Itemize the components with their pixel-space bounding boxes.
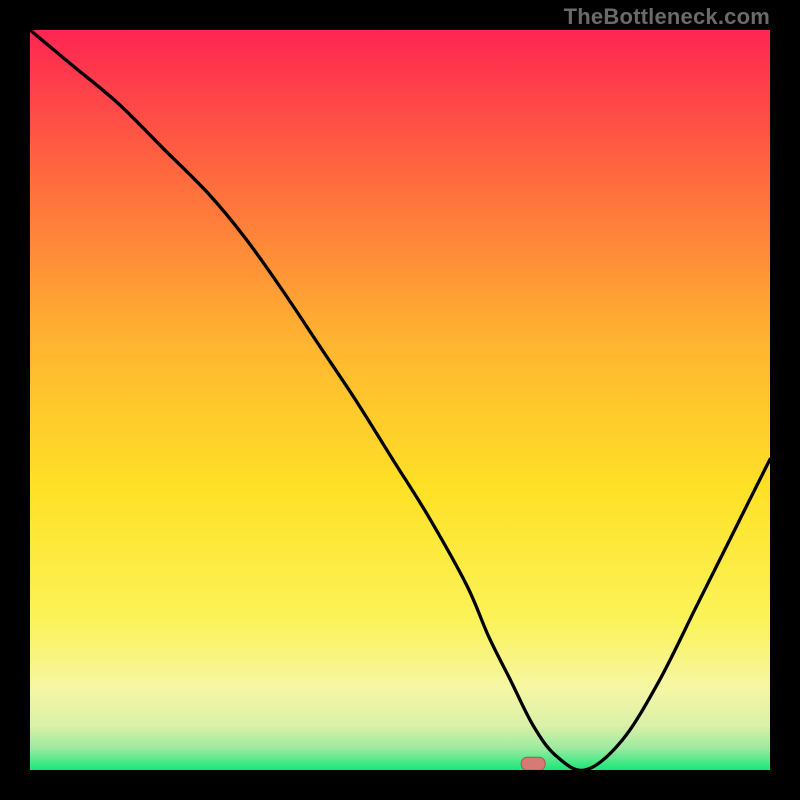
gradient-background [30, 30, 770, 770]
chart-frame: TheBottleneck.com [0, 0, 800, 800]
plot-area [30, 30, 770, 770]
chart-svg [30, 30, 770, 770]
watermark-label: TheBottleneck.com [564, 4, 770, 30]
optimal-marker [521, 757, 545, 770]
